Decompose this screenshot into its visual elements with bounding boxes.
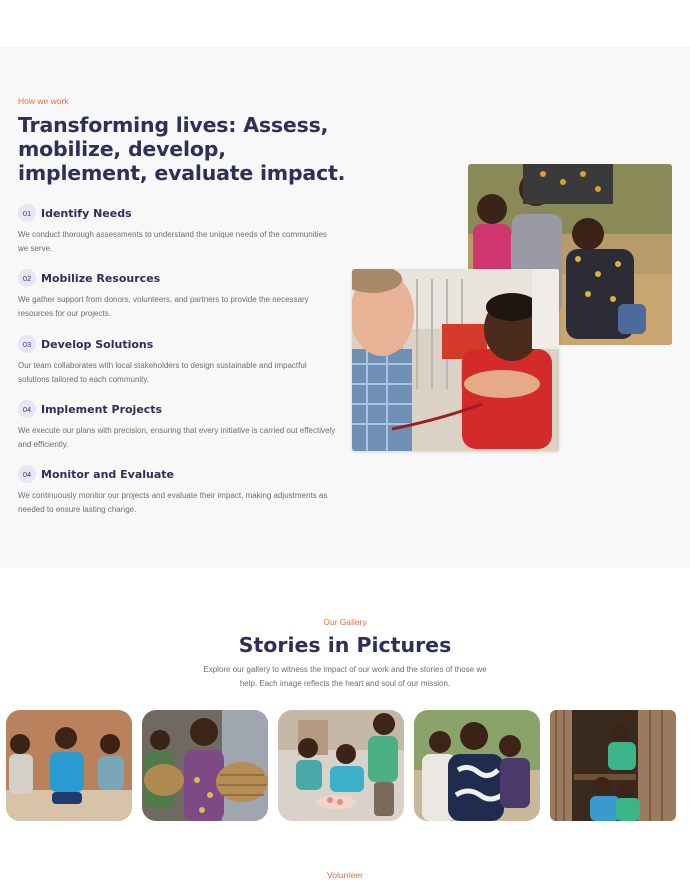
step-monitor-evaluate: 04 Monitor and Evaluate We continuously … <box>18 465 348 516</box>
step-develop-solutions: 03 Develop Solutions Our team collaborat… <box>18 335 348 386</box>
step-description: Our team collaborates with local stakeho… <box>18 361 307 384</box>
step-number-badge: 02 <box>18 269 36 287</box>
how-we-work-section: How we work Transforming lives: Assess, … <box>0 47 690 568</box>
gallery-description: Explore our gallery to witness the impac… <box>203 665 487 688</box>
step-implement-projects: 04 Implement Projects We execute our pla… <box>18 400 348 451</box>
step-title: Implement Projects <box>41 402 163 416</box>
gallery-title: Stories in Pictures <box>238 633 452 657</box>
step-title: Identify Needs <box>41 206 132 220</box>
gallery-image-girl-with-basket[interactable] <box>142 710 268 821</box>
step-number-badge: 03 <box>18 335 36 353</box>
step-title: Develop Solutions <box>41 337 154 351</box>
gallery-image-boys-sitting[interactable] <box>6 710 132 821</box>
step-number-badge: 04 <box>18 400 36 418</box>
gallery-image-children-doorway[interactable] <box>550 710 676 821</box>
gallery-eyebrow: Our Gallery <box>323 617 367 627</box>
step-description: We execute our plans with precision, ens… <box>18 426 336 449</box>
gallery-image-children-playing[interactable] <box>278 710 404 821</box>
step-description: We gather support from donors, volunteer… <box>18 295 309 318</box>
step-title: Mobilize Resources <box>41 271 161 285</box>
step-description: We continuously monitor our projects and… <box>18 491 328 514</box>
gallery-image-children-embracing[interactable] <box>414 710 540 821</box>
how-we-work-eyebrow: How we work <box>18 96 69 106</box>
step-mobilize-resources: 02 Mobilize Resources We gather support … <box>18 269 348 320</box>
step-identify-needs: 01 Identify Needs We conduct thorough as… <box>18 204 348 255</box>
how-we-work-title: Transforming lives: Assess, mobilize, de… <box>18 113 346 185</box>
step-number-badge: 04 <box>18 465 36 483</box>
step-description: We conduct thorough assessments to under… <box>18 230 327 253</box>
doctor-child-photo <box>352 269 559 451</box>
step-title: Monitor and Evaluate <box>41 467 174 481</box>
step-number-badge: 01 <box>18 204 36 222</box>
volunteer-eyebrow: Volunteer <box>327 870 363 880</box>
